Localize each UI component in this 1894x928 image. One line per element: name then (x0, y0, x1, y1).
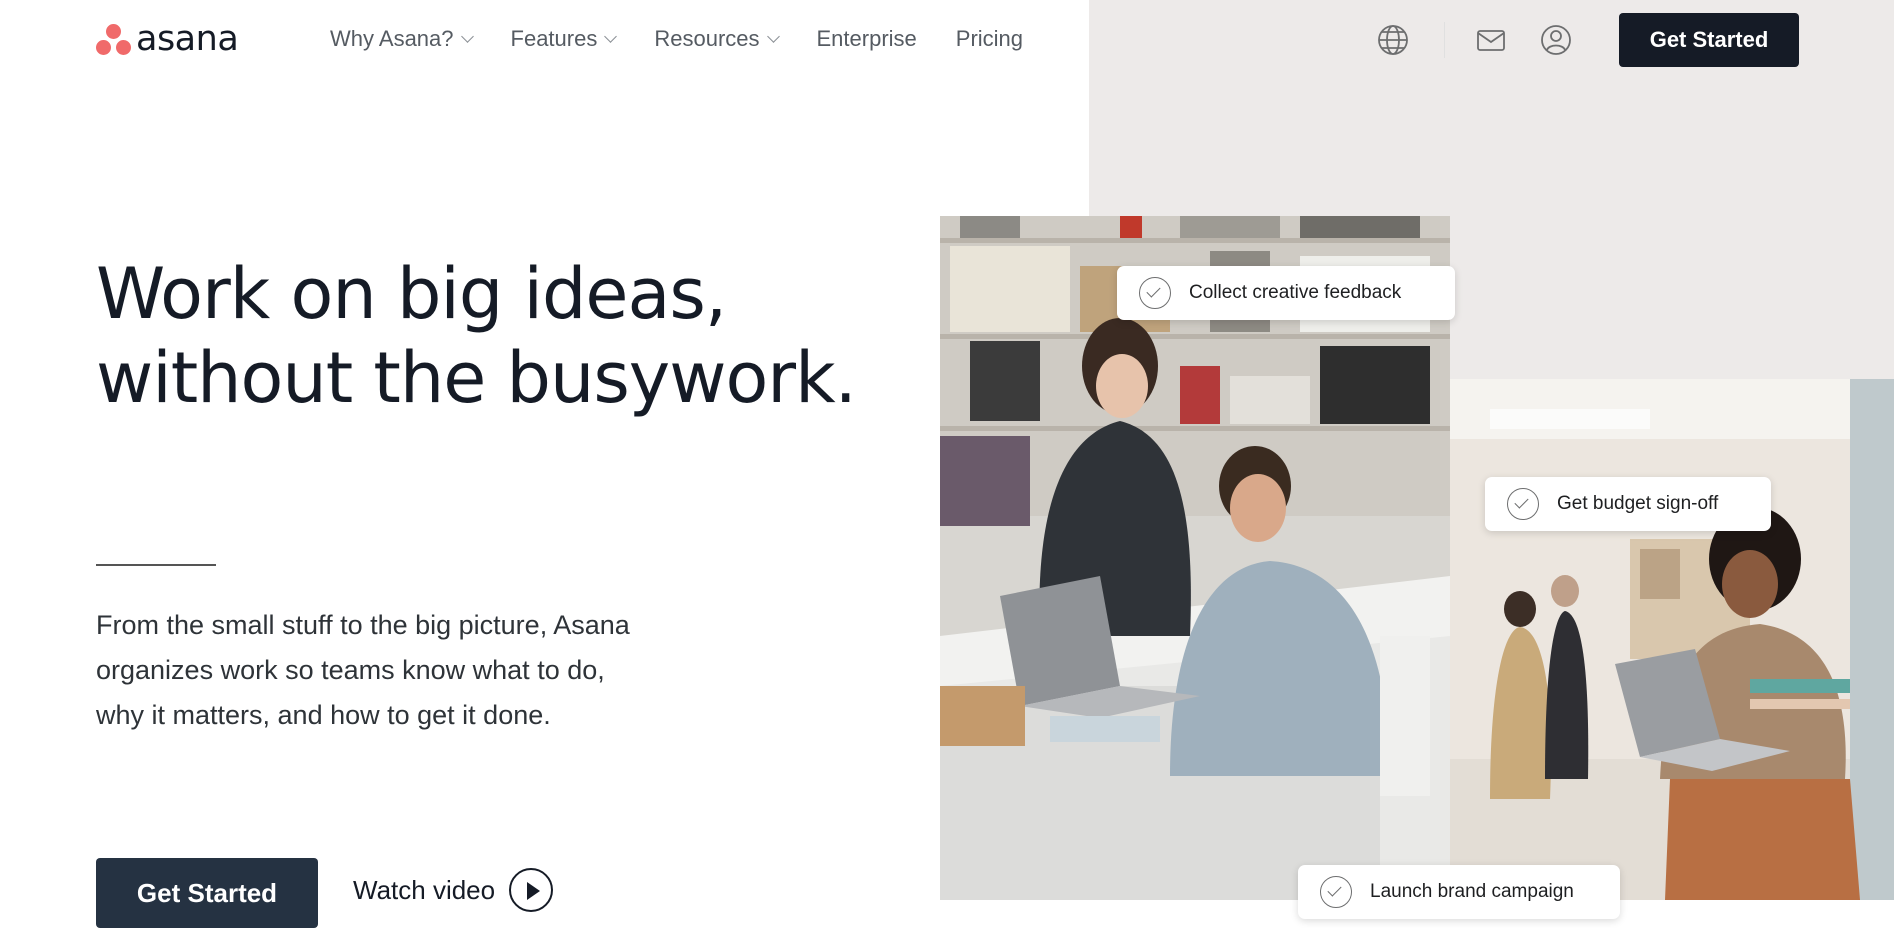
watch-video-label: Watch video (353, 874, 496, 905)
check-circle-icon (1139, 277, 1171, 309)
nav-item-label: Enterprise (816, 26, 917, 51)
hero-headline: Work on big ideas, without the busywork. (96, 252, 896, 420)
nav-item-label: Features (510, 26, 598, 51)
nav-item-why-asana[interactable]: Why Asana? (330, 26, 474, 52)
nav-item-label: Why Asana? (330, 26, 454, 51)
header-divider (1444, 22, 1445, 58)
user-icon[interactable] (1538, 22, 1574, 58)
task-label: Get budget sign-off (1557, 493, 1719, 514)
check-circle-icon (1320, 876, 1352, 908)
check-circle-icon (1507, 488, 1539, 520)
main-nav: Why Asana? Features Resources Enterprise… (330, 26, 1062, 52)
site-header: asana Why Asana? Features Resources Ente… (0, 0, 1894, 80)
hero-get-started-button[interactable]: Get Started (96, 858, 318, 928)
mail-icon[interactable] (1473, 22, 1509, 58)
nav-item-resources[interactable]: Resources (654, 26, 780, 52)
chevron-down-icon (604, 30, 618, 43)
header-get-started-button[interactable]: Get Started (1619, 13, 1799, 67)
headline-line-1: Work on big ideas, (96, 253, 727, 335)
play-icon (509, 868, 554, 912)
logo-wordmark: asana (136, 19, 239, 59)
nav-item-pricing[interactable]: Pricing (956, 26, 1023, 52)
nav-item-enterprise[interactable]: Enterprise (817, 26, 917, 52)
task-card-budget-signoff: Get budget sign-off (1485, 477, 1771, 531)
task-card-launch-campaign: Launch brand campaign (1298, 865, 1620, 919)
task-label: Collect creative feedback (1189, 282, 1402, 303)
logo-dots-icon (96, 22, 132, 56)
hero-subtext: From the small stuff to the big picture,… (96, 610, 630, 730)
headline-line-2: without the busywork. (96, 337, 857, 419)
workspace-photo (1450, 379, 1894, 900)
nav-item-features[interactable]: Features (510, 26, 618, 52)
chevron-down-icon (766, 30, 780, 43)
globe-icon[interactable] (1375, 22, 1411, 58)
watch-video-button[interactable]: Watch video (353, 868, 554, 912)
task-card-collect-feedback: Collect creative feedback (1117, 266, 1455, 320)
asana-logo[interactable]: asana (96, 19, 239, 59)
nav-item-label: Pricing (955, 26, 1024, 51)
hero-divider (96, 564, 216, 566)
nav-item-label: Resources (654, 26, 760, 51)
chevron-down-icon (460, 30, 474, 43)
